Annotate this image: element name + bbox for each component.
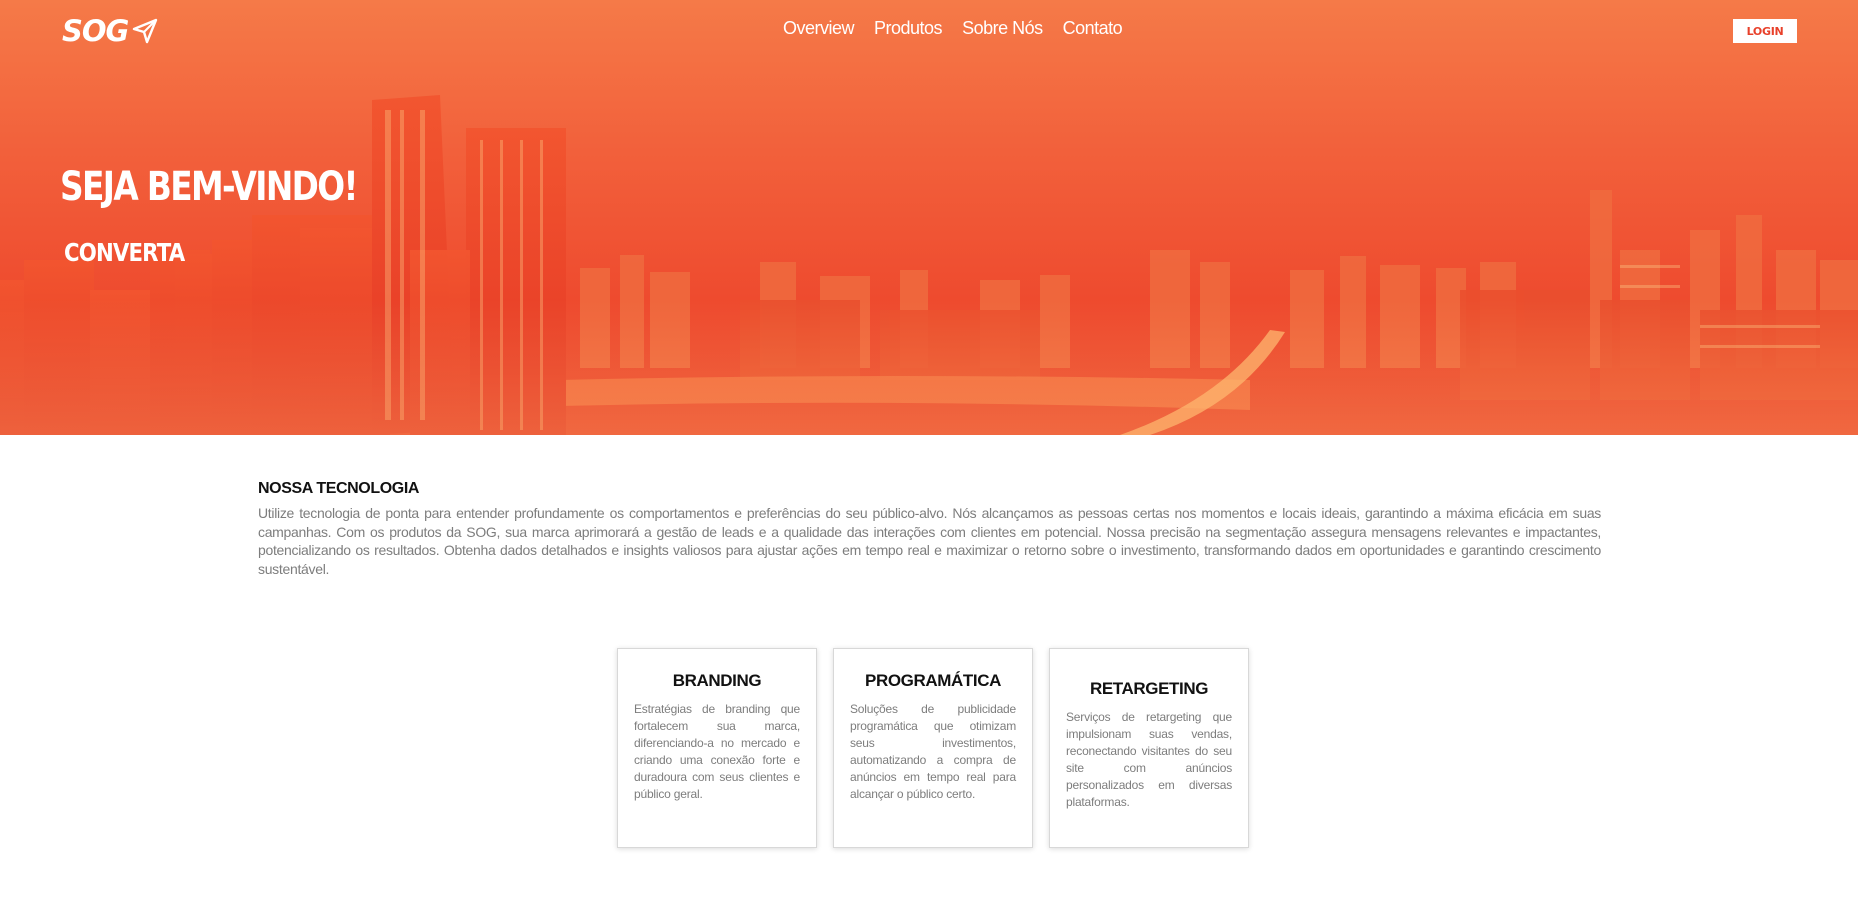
nav-sobre-nos[interactable]: Sobre Nós bbox=[962, 18, 1043, 39]
technology-heading: NOSSA TECNOLOGIA bbox=[258, 480, 420, 497]
logo[interactable]: SOG bbox=[62, 14, 158, 48]
card-text: Estratégias de branding que fortalecem s… bbox=[634, 702, 800, 801]
card-programatica[interactable]: PROGRAMÁTICA Soluções de publicidade pro… bbox=[833, 648, 1033, 848]
card-text: Serviços de retargeting que impulsionam … bbox=[1066, 710, 1232, 809]
nav-contato[interactable]: Contato bbox=[1063, 18, 1123, 39]
card-title: BRANDING bbox=[672, 671, 762, 690]
paper-plane-icon bbox=[133, 18, 158, 44]
hero-subtitle: CONVERTA bbox=[64, 238, 185, 267]
hero-banner: SOG Overview Produtos Sobre Nós Contato … bbox=[0, 0, 1858, 435]
technology-description: Utilize tecnologia de ponta para entende… bbox=[258, 505, 1601, 577]
nav-overview[interactable]: Overview bbox=[783, 18, 855, 39]
card-title: RETARGETING bbox=[1089, 679, 1209, 698]
main-nav: Overview Produtos Sobre Nós Contato bbox=[783, 18, 1123, 39]
card-title: PROGRAMÁTICA bbox=[865, 671, 1001, 690]
hero-title: SEJA BEM-VINDO! bbox=[60, 164, 358, 210]
card-branding[interactable]: BRANDING Estratégias de branding que for… bbox=[617, 648, 817, 848]
services-cards: BRANDING Estratégias de branding que for… bbox=[617, 648, 1249, 848]
card-text: Soluções de publicidade programática que… bbox=[850, 702, 1016, 801]
nav-produtos[interactable]: Produtos bbox=[874, 18, 943, 39]
city-skyline-image bbox=[0, 95, 1858, 435]
technology-section: NOSSA TECNOLOGIA Utilize tecnologia de p… bbox=[258, 480, 1601, 578]
login-button[interactable]: LOGIN bbox=[1733, 19, 1797, 43]
card-retargeting[interactable]: RETARGETING Serviços de retargeting que … bbox=[1049, 648, 1249, 848]
logo-text: SOG bbox=[62, 14, 129, 48]
